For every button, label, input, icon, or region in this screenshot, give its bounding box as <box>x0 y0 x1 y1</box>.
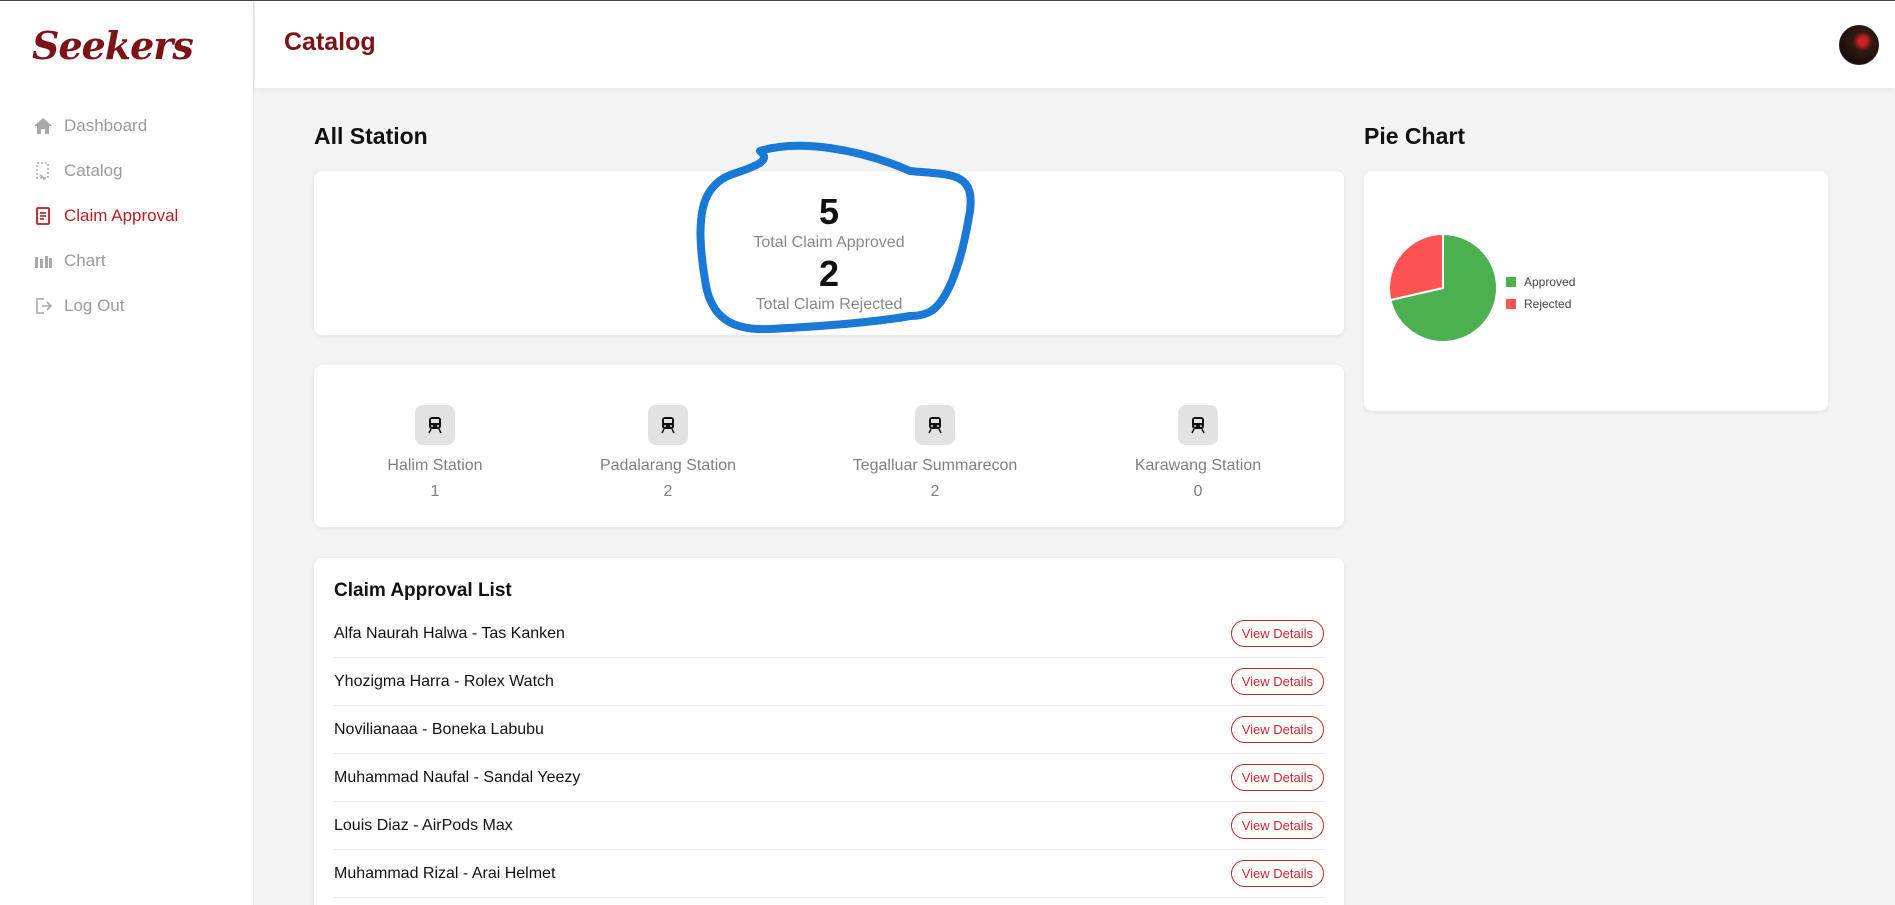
legend-item[interactable]: Rejected <box>1506 293 1575 315</box>
list-item: Muhammad Naufal - Sandal Yeezy View Deta… <box>334 754 1324 802</box>
station-name: Tegalluar Summarecon <box>852 457 1018 474</box>
pie-legend: Approved Rejected <box>1506 271 1575 315</box>
station-name: Karawang Station <box>1134 457 1262 474</box>
claim-approval-list-card: Claim Approval List Alfa Naurah Halwa - … <box>314 558 1344 905</box>
list-item: Yhozigma Harra - Rolex Watch View Detail… <box>334 658 1324 706</box>
legend-swatch-rejected <box>1506 299 1516 309</box>
list-item: Novilianaaa - Boneka Labubu View Details <box>334 706 1324 754</box>
list-item: Alfa Naurah Halwa - Tas Kanken View Deta… <box>334 610 1324 658</box>
sidebar-item-label: Catalog <box>64 160 123 180</box>
station-item[interactable]: Karawang Station 0 <box>1088 405 1308 501</box>
claim-item-text: Novilianaaa - Boneka Labubu <box>334 720 544 738</box>
sidebar: Seekers Dashboard Catalog Claim Approval… <box>0 1 254 905</box>
claim-item-text: Alfa Naurah Halwa - Tas Kanken <box>334 624 565 642</box>
station-count: 2 <box>930 483 940 500</box>
station-count: 0 <box>1193 483 1203 500</box>
station-name: Halim Station <box>387 457 483 474</box>
legend-item[interactable]: Approved <box>1506 271 1575 293</box>
legend-swatch-approved <box>1506 277 1516 287</box>
avatar[interactable] <box>1839 25 1879 65</box>
station-name: Padalarang Station <box>599 457 737 474</box>
view-details-button[interactable]: View Details <box>1230 860 1324 887</box>
view-details-button[interactable]: View Details <box>1230 764 1324 791</box>
view-details-button[interactable]: View Details <box>1230 812 1324 839</box>
catalog-icon <box>32 160 54 182</box>
home-icon <box>32 115 54 137</box>
sidebar-item-logout[interactable]: Log Out <box>32 283 242 328</box>
logout-icon <box>32 295 54 317</box>
sidebar-nav: Dashboard Catalog Claim Approval Chart L… <box>32 103 242 328</box>
sidebar-item-label: Chart <box>64 250 106 270</box>
train-icon <box>415 405 455 445</box>
station-item[interactable]: Tegalluar Summarecon 2 <box>825 405 1045 501</box>
view-details-button[interactable]: View Details <box>1230 668 1324 695</box>
bar-chart-icon <box>32 250 54 272</box>
brand-logo[interactable]: Seekers <box>32 23 194 68</box>
train-icon <box>1178 405 1218 445</box>
top-header: Catalog <box>255 1 1895 88</box>
legend-label: Rejected <box>1524 297 1572 311</box>
sidebar-item-label: Log Out <box>64 295 125 315</box>
pie-chart-card: Approved Rejected <box>1364 171 1828 411</box>
sidebar-item-catalog[interactable]: Catalog <box>32 148 242 193</box>
legend-label: Approved <box>1524 275 1576 289</box>
page-title: Catalog <box>284 28 376 56</box>
sidebar-item-claim-approval[interactable]: Claim Approval <box>32 193 242 238</box>
view-details-button[interactable]: View Details <box>1230 716 1324 743</box>
station-count: 1 <box>430 483 440 500</box>
hand-drawn-annotation-circle <box>696 141 975 334</box>
station-item[interactable]: Halim Station 1 <box>325 405 545 501</box>
document-icon <box>32 205 54 227</box>
claim-item-text: Yhozigma Harra - Rolex Watch <box>334 672 554 690</box>
list-item: Louis Diaz - AirPods Max View Details <box>334 802 1324 850</box>
station-item[interactable]: Padalarang Station 2 <box>558 405 778 501</box>
claim-item-text: Muhammad Rizal - Arai Helmet <box>334 864 556 882</box>
claim-item-text: Louis Diaz - AirPods Max <box>334 816 513 834</box>
train-icon <box>648 405 688 445</box>
sidebar-item-label: Dashboard <box>64 115 148 135</box>
station-count: 2 <box>663 483 673 500</box>
all-station-title: All Station <box>314 123 428 149</box>
train-icon <box>915 405 955 445</box>
claim-item-text: Muhammad Naufal - Sandal Yeezy <box>334 768 581 786</box>
claim-list-title: Claim Approval List <box>334 580 512 601</box>
stations-card: Halim Station 1 Padalarang Station 2 Teg… <box>314 365 1344 527</box>
list-item: Muhammad Rizal - Arai Helmet View Detail… <box>334 850 1324 898</box>
sidebar-item-chart[interactable]: Chart <box>32 238 242 283</box>
sidebar-item-dashboard[interactable]: Dashboard <box>32 103 242 148</box>
pie-chart <box>1388 232 1498 343</box>
claim-list: Alfa Naurah Halwa - Tas Kanken View Deta… <box>334 610 1324 898</box>
pie-slice-rejected[interactable] <box>1388 232 1444 302</box>
pie-chart-title: Pie Chart <box>1364 123 1465 149</box>
sidebar-item-label: Claim Approval <box>64 205 179 225</box>
view-details-button[interactable]: View Details <box>1230 620 1324 647</box>
